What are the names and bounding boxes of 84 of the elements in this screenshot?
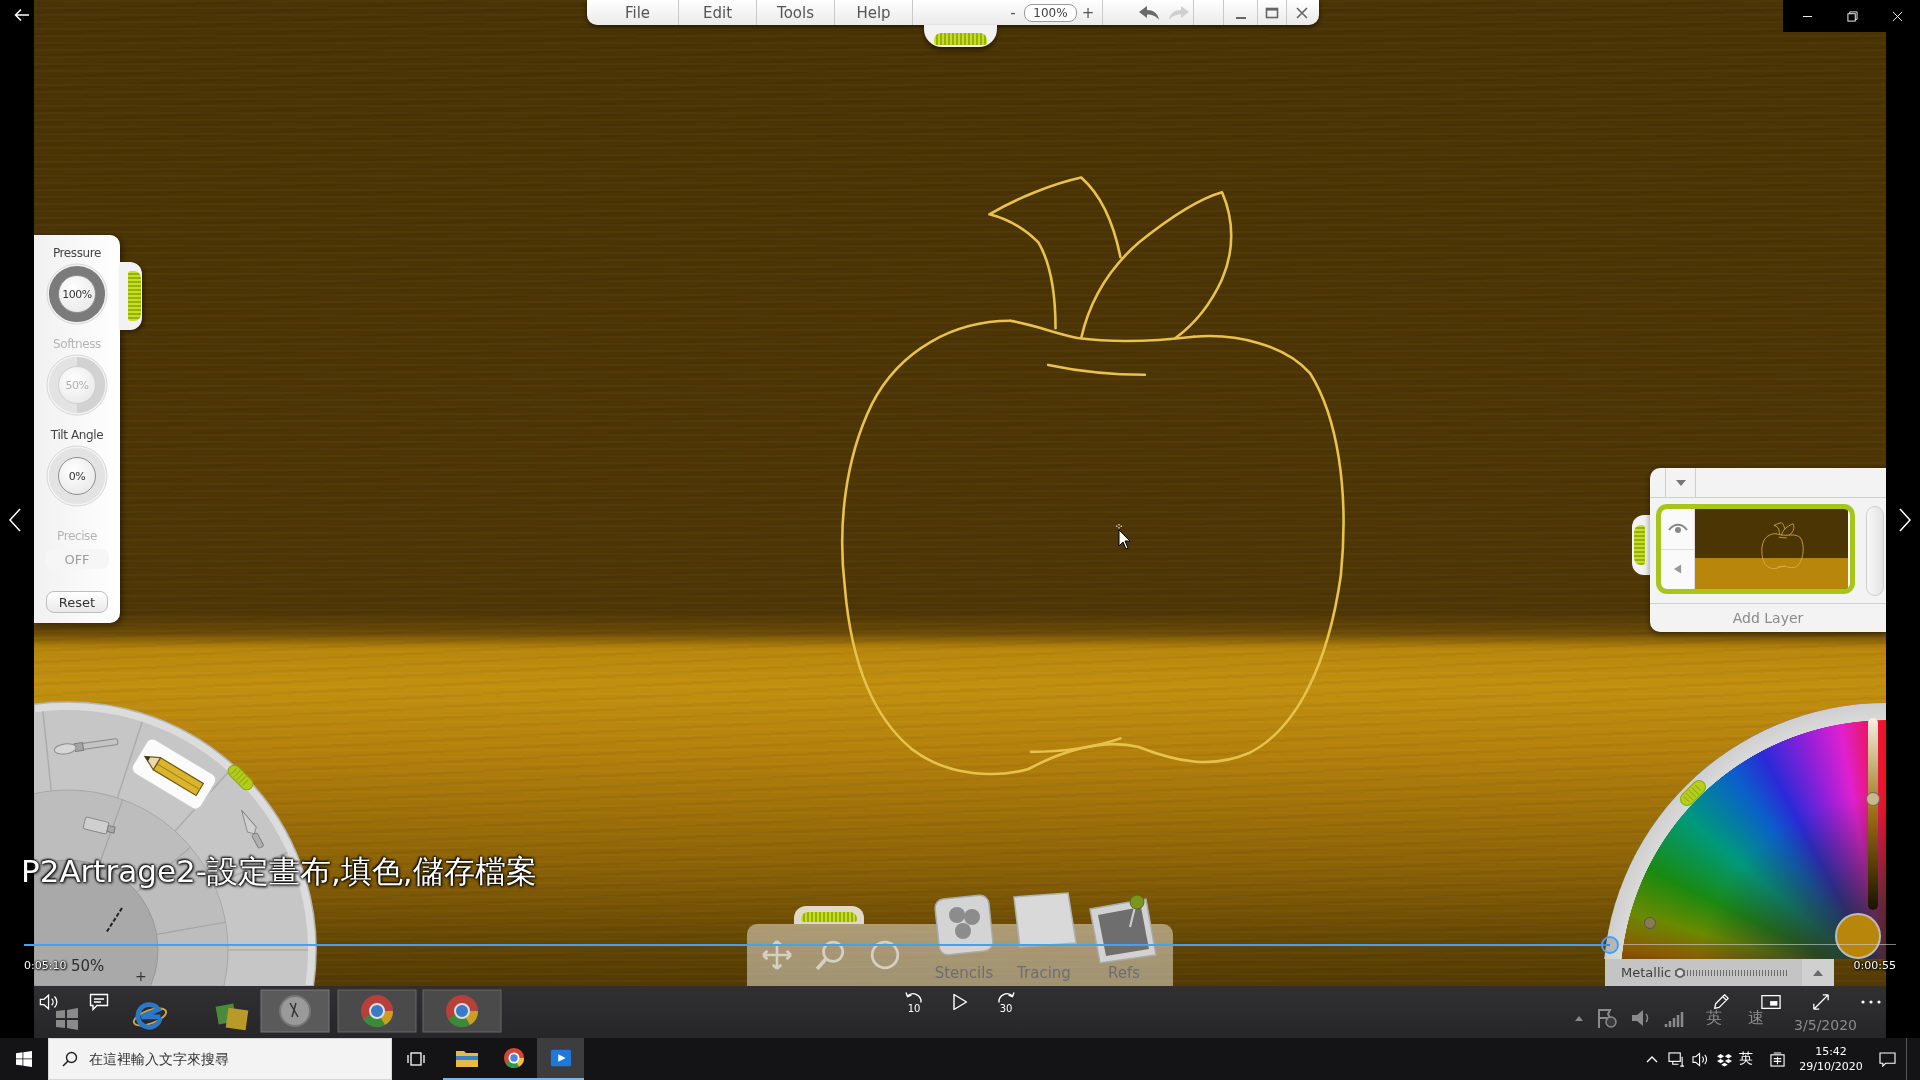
rewind-button[interactable]: 10	[903, 990, 925, 1014]
grip-icon	[801, 912, 857, 922]
grip-icon	[934, 33, 987, 45]
flag-clock-icon	[1596, 1007, 1619, 1029]
panel-handle[interactable]	[1632, 515, 1652, 575]
reset-button[interactable]: Reset	[46, 591, 108, 613]
current-color-swatch[interactable]	[1835, 913, 1881, 959]
undo-icon[interactable]	[1138, 4, 1160, 21]
menu-item[interactable]: File	[587, 0, 679, 25]
menu-item[interactable]: Tools	[757, 0, 835, 25]
search-field[interactable]: 在這裡輸入文字來搜尋	[48, 1038, 392, 1080]
mini-view-icon[interactable]	[1761, 993, 1781, 1011]
chevron-left-icon[interactable]	[9, 508, 21, 532]
progress-thumb[interactable]	[1600, 936, 1619, 954]
triangle-up-icon	[1812, 968, 1824, 977]
color-wheel[interactable]	[1603, 703, 1886, 959]
menu-tab-handle[interactable]	[924, 25, 997, 47]
menu-item[interactable]: Help	[835, 0, 913, 25]
menu-item[interactable]: Edit	[679, 0, 757, 25]
play-tile-icon	[548, 1047, 573, 1069]
expand-button[interactable]	[1802, 959, 1834, 986]
clock-date[interactable]: 29/10/2020	[1799, 1059, 1863, 1074]
triangle-left-icon[interactable]	[1673, 563, 1682, 576]
grip-icon	[128, 271, 141, 321]
size-up-button[interactable]: +	[135, 969, 147, 983]
rewind-arrow-icon	[904, 990, 924, 1003]
task-view-icon[interactable]	[407, 1051, 425, 1067]
volume-icon[interactable]	[1691, 1051, 1709, 1067]
zoom-in-button[interactable]: +	[1078, 0, 1098, 25]
panel-handle[interactable]	[120, 262, 142, 330]
remaining-time: 0:00:55	[1853, 959, 1896, 973]
chevron-right-icon[interactable]	[1899, 508, 1911, 532]
recorded-date: 3/5/2020	[1794, 1017, 1857, 1033]
dial-label: Pressure	[52, 246, 101, 260]
dial-label: Softness	[53, 337, 101, 351]
toggle-label: Precise	[57, 529, 97, 543]
maximize-icon[interactable]	[1265, 5, 1279, 20]
slider-knob[interactable]	[1675, 967, 1686, 978]
ime-indicator: 速	[1748, 1009, 1765, 1027]
caret-down-icon[interactable]	[1674, 478, 1687, 487]
browser-icon	[130, 999, 170, 1033]
chevron-up-icon[interactable]	[1646, 1055, 1658, 1063]
captions-icon[interactable]	[89, 993, 109, 1011]
ime-indicator[interactable]: 英	[1736, 1050, 1756, 1068]
scrollbar[interactable]	[1866, 506, 1884, 596]
volume-icon[interactable]	[39, 993, 59, 1011]
cursor-arrow-icon	[1116, 524, 1130, 550]
zoom-field[interactable]: 100%	[1024, 4, 1077, 22]
triangle-up-icon	[1574, 1015, 1585, 1021]
browser-logo-icon	[501, 1047, 526, 1069]
grip-icon[interactable]	[225, 762, 256, 793]
search-icon	[62, 1051, 78, 1067]
ime-indicator: 英	[1706, 1009, 1723, 1027]
grip-icon	[1634, 525, 1645, 565]
network-icon[interactable]	[1667, 1051, 1685, 1067]
browser-logo-icon	[337, 989, 417, 1033]
play-icon[interactable]	[952, 993, 968, 1011]
restore-icon[interactable]	[1847, 10, 1858, 22]
color-picker-knob[interactable]	[1644, 917, 1656, 929]
keyboard-mode-icon[interactable]	[1768, 1051, 1786, 1067]
browser-logo-icon	[422, 989, 502, 1033]
brush-size-value: 50%	[71, 958, 105, 974]
taskbar-app-button[interactable]	[537, 1038, 584, 1080]
brush-size-line	[105, 907, 123, 934]
windows-logo-icon[interactable]	[16, 1051, 32, 1067]
forward-arrow-icon	[996, 990, 1016, 1003]
diamonds-icon[interactable]	[1715, 1051, 1733, 1067]
notification-icon[interactable]	[1878, 1051, 1896, 1067]
layer-item[interactable]	[1656, 504, 1855, 594]
lightness-slider-track[interactable]	[1868, 718, 1878, 910]
back-arrow-icon[interactable]	[14, 8, 30, 22]
tray-handle[interactable]	[794, 906, 864, 924]
more-icon[interactable]	[1861, 1000, 1881, 1004]
forward-button[interactable]: 30	[995, 990, 1017, 1014]
slider-label: Metallic	[1621, 965, 1672, 980]
zoom-out-button[interactable]: -	[1003, 0, 1023, 25]
fullscreen-icon[interactable]	[1811, 993, 1831, 1011]
windows-logo-icon	[54, 1007, 80, 1031]
clock-time[interactable]: 15:42	[1815, 1044, 1847, 1059]
pen-icon[interactable]	[1711, 993, 1731, 1011]
slider-knob[interactable]	[1866, 791, 1880, 806]
app-tile-icon	[260, 989, 330, 1033]
eye-icon[interactable]	[1667, 522, 1688, 535]
dial-label: Tilt Angle	[50, 428, 104, 442]
